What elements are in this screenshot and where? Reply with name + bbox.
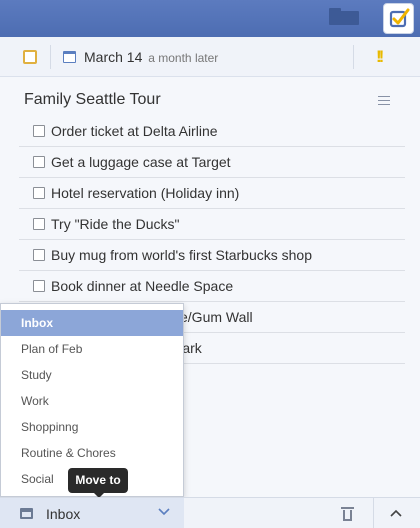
task-label[interactable]: Hotel reservation (Holiday inn)	[51, 185, 239, 201]
dropdown-item-study[interactable]: Study	[1, 362, 183, 388]
task-row[interactable]: Order ticket at Delta Airline	[19, 116, 405, 147]
task-checkbox[interactable]	[33, 125, 45, 137]
priority-icon[interactable]: !!	[376, 47, 385, 67]
chevron-down-icon[interactable]	[157, 503, 171, 520]
dropdown-item-work[interactable]: Work	[1, 388, 183, 414]
divider	[50, 45, 51, 69]
task-label[interactable]: Order ticket at Delta Airline	[51, 123, 218, 139]
task-row[interactable]: Hotel reservation (Holiday inn)	[19, 178, 405, 209]
top-toolbar	[0, 0, 420, 37]
task-label[interactable]: Try "Ride the Ducks"	[51, 216, 179, 232]
list-menu-icon[interactable]	[378, 96, 390, 106]
task-checkbox[interactable]	[33, 249, 45, 261]
move-to-tooltip: Move to	[68, 468, 128, 498]
task-row[interactable]: Book dinner at Needle Space	[19, 271, 405, 302]
list-selector-label: Inbox	[46, 506, 81, 522]
due-date-text: March 14	[84, 49, 143, 65]
task-label[interactable]: ce/Gum Wall	[173, 309, 253, 325]
dropdown-item-routine-chores[interactable]: Routine & Chores	[1, 440, 183, 466]
bottom-toolbar: Inbox	[0, 497, 420, 528]
list-title[interactable]: Family Seattle Tour	[24, 91, 161, 109]
due-date[interactable]: March 14 a month later	[84, 49, 218, 65]
dropdown-item-inbox[interactable]: Inbox	[1, 310, 183, 336]
task-row[interactable]: Try "Ride the Ducks"	[19, 209, 405, 240]
inbox-tray-icon	[20, 508, 33, 519]
task-checkbox[interactable]	[33, 156, 45, 168]
task-label[interactable]: Get a luggage case at Target	[51, 154, 231, 170]
task-row[interactable]: Get a luggage case at Target	[19, 147, 405, 178]
divider	[373, 498, 374, 528]
task-checkbox[interactable]	[33, 280, 45, 292]
calendar-icon[interactable]	[63, 51, 76, 63]
checkmark-app-icon[interactable]	[383, 3, 414, 34]
task-checkbox[interactable]	[33, 187, 45, 199]
due-date-relative: a month later	[148, 51, 219, 65]
trash-icon[interactable]	[341, 506, 354, 521]
task-date-bar: March 14 a month later !!	[0, 37, 420, 77]
task-row[interactable]: Buy mug from world's first Starbucks sho…	[19, 240, 405, 271]
dropdown-item-shopping[interactable]: Shoppinng	[1, 414, 183, 440]
dropdown-item-plan-of-feb[interactable]: Plan of Feb	[1, 336, 183, 362]
divider	[353, 45, 354, 69]
list-selector[interactable]: Inbox	[0, 498, 184, 528]
task-label[interactable]: Buy mug from world's first Starbucks sho…	[51, 247, 312, 263]
task-label[interactable]: Book dinner at Needle Space	[51, 278, 233, 294]
folder-icon[interactable]	[329, 8, 359, 25]
priority-checkbox[interactable]	[23, 50, 37, 64]
task-checkbox[interactable]	[33, 218, 45, 230]
chevron-up-icon[interactable]	[389, 506, 403, 523]
